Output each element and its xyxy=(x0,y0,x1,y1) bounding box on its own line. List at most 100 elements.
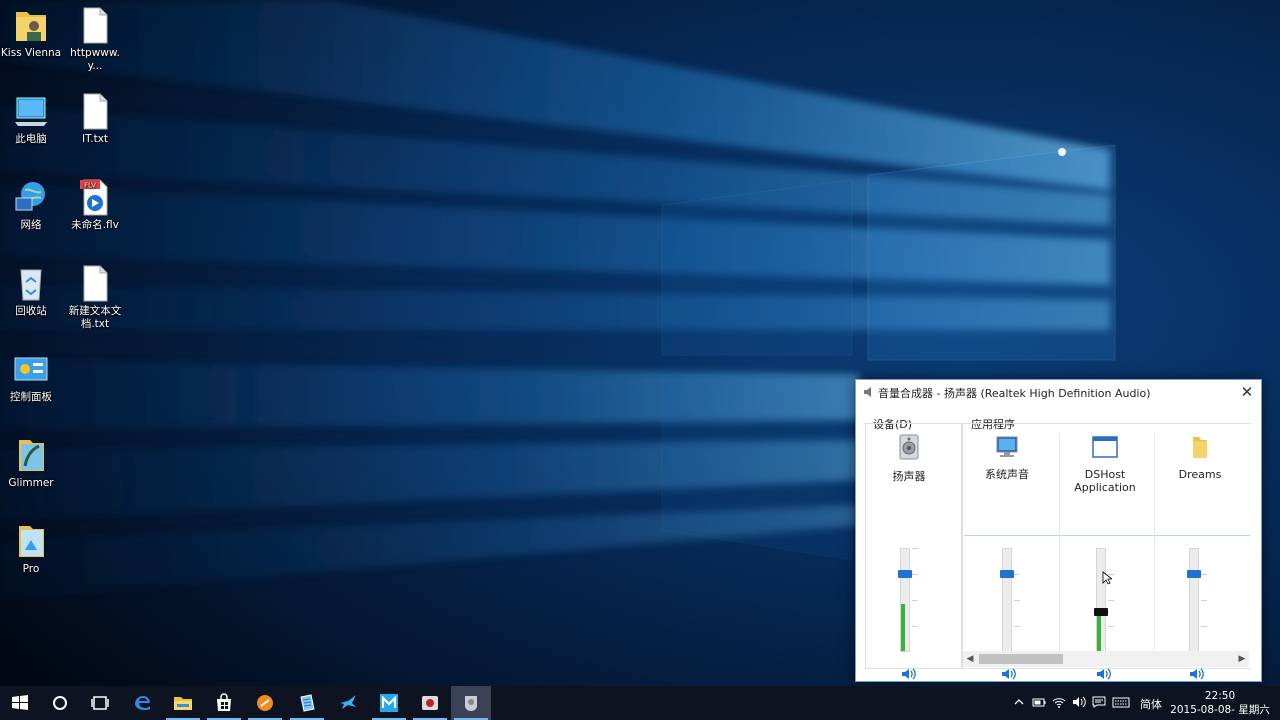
slider-tick xyxy=(1108,600,1114,601)
battery-icon[interactable] xyxy=(1032,696,1046,708)
mute-speaker-icon[interactable] xyxy=(1001,667,1017,681)
file-explorer-icon xyxy=(174,697,192,710)
text-file-icon xyxy=(83,265,108,302)
volume-slider-track[interactable] xyxy=(1189,548,1199,652)
scrollbar-thumb[interactable] xyxy=(979,654,1063,664)
flv-file-icon: FLV xyxy=(80,179,108,216)
mouse-cursor-icon xyxy=(1102,571,1112,585)
taskbar-file-explorer[interactable] xyxy=(163,686,203,720)
cortana-icon xyxy=(53,696,67,710)
desktop-icon-network[interactable]: 网络 xyxy=(0,178,63,232)
desktop-icon-label: 网络 xyxy=(20,219,42,231)
column-label: 系统声音 xyxy=(985,468,1029,481)
volume-tray-icon[interactable] xyxy=(1072,696,1086,708)
taskbar-media-app[interactable] xyxy=(410,686,450,720)
desktop-icon-label: 未命名.flv xyxy=(71,219,119,231)
mute-speaker-icon[interactable] xyxy=(1189,667,1205,681)
start-icon xyxy=(12,695,28,710)
speaker-device-icon xyxy=(899,434,919,460)
desktop-icon-pro[interactable]: Pro xyxy=(0,522,63,576)
text-file-icon xyxy=(83,7,108,44)
keyboard-icon[interactable] xyxy=(1112,696,1130,708)
ime-indicator[interactable]: 简体 xyxy=(1140,696,1162,712)
taskbar-m-app[interactable] xyxy=(369,686,409,720)
image-folder-icon xyxy=(19,526,44,557)
column-label: DSHost Application xyxy=(1059,468,1151,494)
volume-slider-track[interactable] xyxy=(1096,548,1106,652)
wifi-icon[interactable] xyxy=(1052,696,1066,708)
taskbar-orange-app[interactable] xyxy=(245,686,285,720)
clock-date: 2015-08-08- 星期六 xyxy=(1170,704,1270,716)
column-label: 扬声器 xyxy=(892,470,926,483)
desktop-icon-label: Glimmer xyxy=(8,477,54,489)
window-titlebar[interactable]: 音量合成器 - 扬声器 (Realtek High Definition Aud… xyxy=(856,380,1261,405)
speaker-icon xyxy=(864,387,871,397)
user-folder-icon xyxy=(16,12,46,41)
desktop-icon-kiss-vienna[interactable]: Kiss Vienna xyxy=(0,6,63,60)
media-app-icon xyxy=(422,696,438,710)
folder-icon xyxy=(1193,437,1207,458)
task-view-icon xyxy=(91,696,109,710)
desktop-icon-label: httpwww.y... xyxy=(70,47,120,72)
desktop-icon-label: 此电脑 xyxy=(15,133,47,145)
close-button[interactable]: ✕ xyxy=(1233,380,1261,404)
slider-tick xyxy=(912,626,918,627)
desktop-icon-recycle-bin[interactable]: 回收站 xyxy=(0,264,63,318)
desktop-icon-flv[interactable]: FLV 未命名.flv xyxy=(63,178,127,232)
desktop-icon-control-panel[interactable]: 控制面板 xyxy=(0,350,63,404)
show-hidden-icons-chevron-up-icon[interactable] xyxy=(1013,696,1025,708)
m-app-icon xyxy=(380,694,398,712)
text-file-icon xyxy=(83,93,108,130)
slider-tick xyxy=(1201,574,1207,575)
scroll-left-arrow-icon[interactable]: ◀ xyxy=(963,651,977,667)
edge-icon xyxy=(135,696,150,710)
taskbar-bird-app[interactable] xyxy=(328,686,368,720)
desktop-icon-label: 新建文本文档.txt xyxy=(68,305,122,330)
volume-slider-track[interactable] xyxy=(1002,548,1012,652)
taskbar-volume-mixer[interactable] xyxy=(451,686,491,720)
desktop-icon-glimmer[interactable]: Glimmer xyxy=(0,436,63,490)
volume-slider-thumb[interactable] xyxy=(1094,608,1108,617)
peak-meter xyxy=(901,604,905,651)
orange-app-icon xyxy=(257,695,273,711)
horizontal-scrollbar[interactable]: ◀ ▶ xyxy=(963,651,1249,667)
bird-app-icon xyxy=(340,695,356,709)
volume-mixer-window[interactable]: 音量合成器 - 扬声器 (Realtek High Definition Aud… xyxy=(855,379,1262,682)
image-folder-icon xyxy=(19,440,44,471)
app-column-dshost: DSHost Application xyxy=(1059,420,1151,680)
column-label-line2: Application xyxy=(1074,481,1136,494)
clock-time: 22:50 xyxy=(1204,690,1236,702)
column-label-line1: DSHost xyxy=(1084,468,1126,481)
volume-slider-thumb[interactable] xyxy=(1000,570,1014,578)
slider-tick xyxy=(912,600,918,601)
desktop-icon-this-pc[interactable]: 此电脑 xyxy=(0,92,63,146)
action-center-message-icon[interactable] xyxy=(1092,696,1106,708)
taskbar-notepad-app[interactable] xyxy=(287,686,327,720)
control-panel-icon xyxy=(14,357,48,381)
desktop-icon-label: 控制面板 xyxy=(10,391,52,403)
monitor-speaker-icon xyxy=(996,436,1018,457)
desktop-icon-new-text-doc[interactable]: 新建文本文档.txt xyxy=(63,264,127,331)
mute-speaker-icon[interactable] xyxy=(1096,667,1112,681)
scroll-right-arrow-icon[interactable]: ▶ xyxy=(1235,651,1249,667)
window-title: 音量合成器 - 扬声器 (Realtek High Definition Aud… xyxy=(878,387,1151,400)
taskbar-store[interactable] xyxy=(204,686,244,720)
start-button[interactable] xyxy=(0,686,40,720)
desktop-icon-httpwww[interactable]: httpwww.y... xyxy=(63,6,127,73)
network-globe-icon xyxy=(15,182,45,211)
slider-tick xyxy=(1014,600,1020,601)
volume-slider-thumb[interactable] xyxy=(1187,570,1201,578)
notepad-app-icon xyxy=(300,694,315,712)
desktop-icon-label: Kiss Vienna xyxy=(0,47,62,59)
task-view-button[interactable] xyxy=(80,686,120,720)
volume-slider-thumb[interactable] xyxy=(898,570,912,578)
volume-slider-track[interactable] xyxy=(900,548,910,652)
clock[interactable]: 22:50 2015-08-08- 星期六 xyxy=(1170,689,1270,717)
cortana-button[interactable] xyxy=(40,686,80,720)
desktop-icon-it-txt[interactable]: IT.txt xyxy=(63,92,127,146)
taskbar-edge[interactable] xyxy=(122,686,162,720)
app-column-dreams: Dreams xyxy=(1154,420,1246,680)
system-tray xyxy=(1010,686,1130,720)
mute-speaker-icon[interactable] xyxy=(901,667,917,681)
svg-text:FLV: FLV xyxy=(84,182,96,190)
